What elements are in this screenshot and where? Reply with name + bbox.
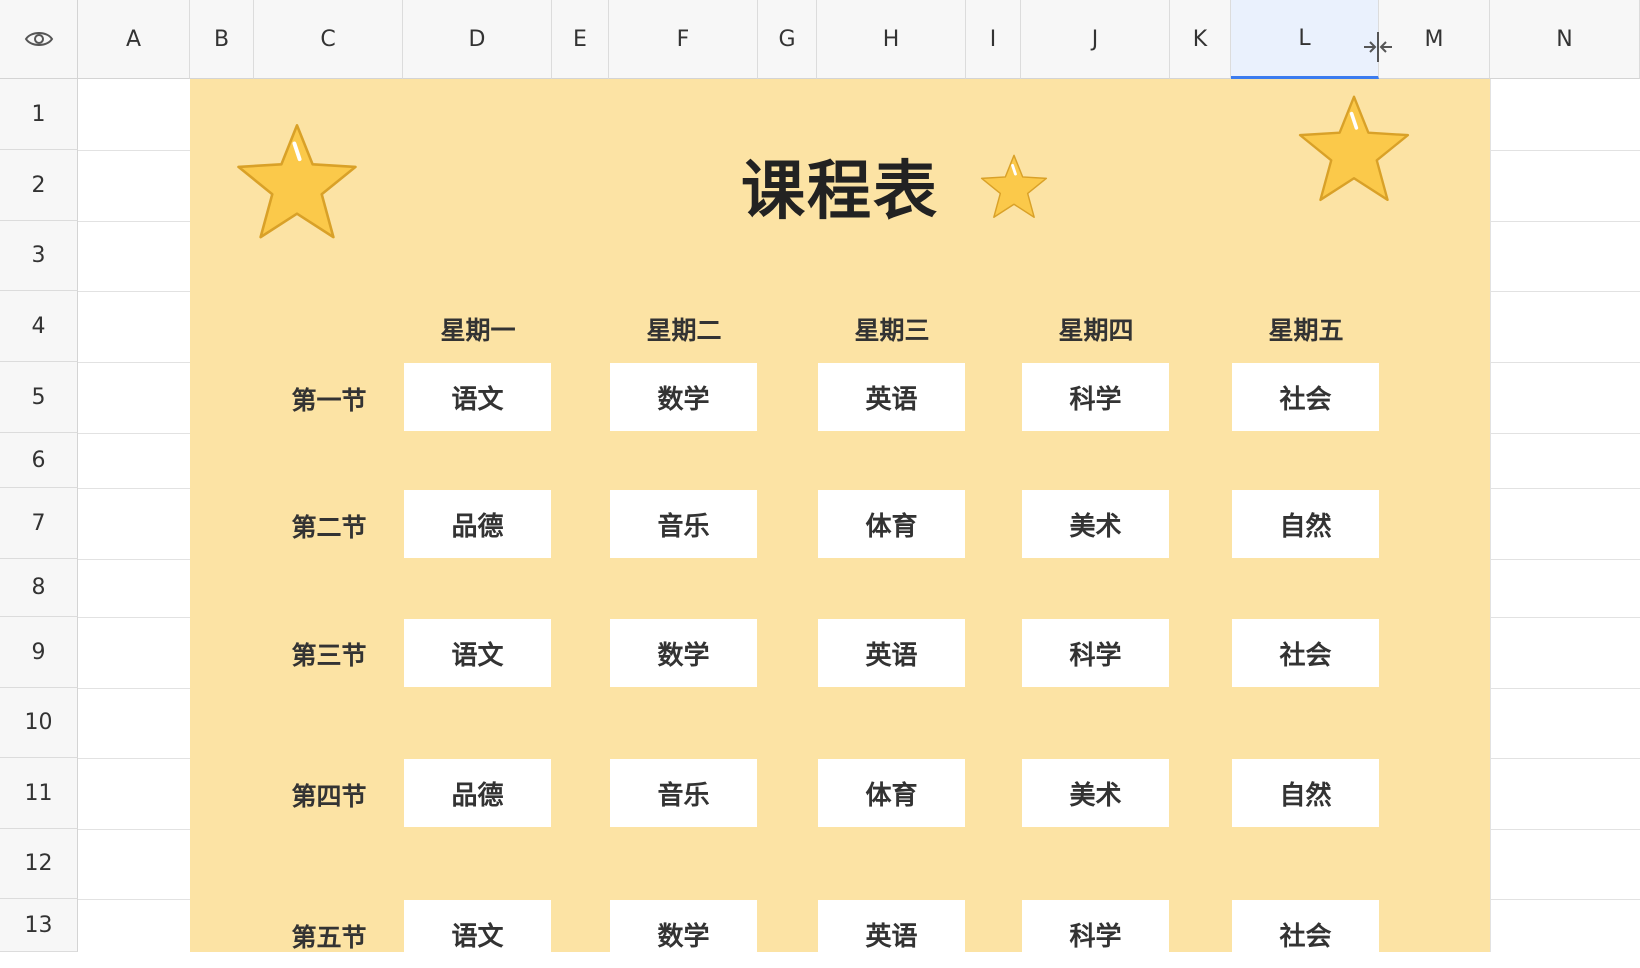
row-header-6[interactable]: 6 (0, 433, 78, 488)
spreadsheet-grid: A B C D E F G H I J K L M N 1 2 3 4 5 6 … (0, 0, 1640, 968)
period-label: 第四节 (291, 782, 367, 811)
subject-cell[interactable]: 语文 (404, 900, 551, 968)
subject-cell[interactable]: 语文 (404, 363, 551, 431)
day-header: 星期三 (854, 316, 930, 345)
period-label: 第一节 (291, 386, 367, 415)
column-header-n[interactable]: N (1490, 0, 1640, 79)
subject-cell[interactable]: 体育 (818, 759, 965, 827)
schedule-title: 课程表 (741, 155, 939, 229)
star-icon (1298, 95, 1410, 202)
column-header-j[interactable]: J (1021, 0, 1170, 79)
day-header: 星期二 (646, 316, 722, 345)
subject-cell[interactable]: 科学 (1022, 619, 1169, 687)
subject-cell[interactable]: 美术 (1022, 759, 1169, 827)
subject-cell[interactable]: 社会 (1232, 363, 1379, 431)
subject-cell[interactable]: 音乐 (610, 759, 757, 827)
column-header-b[interactable]: B (190, 0, 254, 79)
star-icon (237, 124, 357, 239)
row-header-12[interactable]: 12 (0, 829, 78, 899)
subject-cell[interactable]: 英语 (818, 619, 965, 687)
row-header-8[interactable]: 8 (0, 559, 78, 617)
row-header-10[interactable]: 10 (0, 688, 78, 758)
row-header-5[interactable]: 5 (0, 362, 78, 433)
period-label: 第二节 (291, 513, 367, 542)
subject-cell[interactable]: 体育 (818, 490, 965, 558)
column-header-i[interactable]: I (966, 0, 1021, 79)
column-header-l[interactable]: L (1231, 0, 1379, 79)
column-header-d[interactable]: D (403, 0, 552, 79)
grid-line (1490, 79, 1491, 952)
period-label: 第五节 (291, 923, 367, 952)
row-header-13[interactable]: 13 (0, 899, 78, 952)
period-label: 第三节 (291, 641, 367, 670)
row-header-2[interactable]: 2 (0, 150, 78, 221)
day-header: 星期五 (1268, 316, 1344, 345)
column-header-e[interactable]: E (552, 0, 609, 79)
subject-cell[interactable]: 数学 (610, 900, 757, 968)
select-all-corner[interactable] (0, 0, 78, 79)
column-header-g[interactable]: G (758, 0, 817, 79)
column-header-m[interactable]: M (1379, 0, 1490, 79)
subject-cell[interactable]: 音乐 (610, 490, 757, 558)
row-header-1[interactable]: 1 (0, 79, 78, 150)
day-header: 星期一 (440, 316, 516, 345)
column-header-c[interactable]: C (254, 0, 403, 79)
eye-icon[interactable] (24, 29, 54, 49)
subject-cell[interactable]: 自然 (1232, 759, 1379, 827)
subject-cell[interactable]: 自然 (1232, 490, 1379, 558)
subject-cell[interactable]: 英语 (818, 900, 965, 968)
row-header-9[interactable]: 9 (0, 617, 78, 688)
subject-cell[interactable]: 英语 (818, 363, 965, 431)
row-header-4[interactable]: 4 (0, 291, 78, 362)
column-header-f[interactable]: F (609, 0, 758, 79)
subject-cell[interactable]: 科学 (1022, 363, 1169, 431)
subject-cell[interactable]: 品德 (404, 759, 551, 827)
subject-cell[interactable]: 数学 (610, 619, 757, 687)
subject-cell[interactable]: 科学 (1022, 900, 1169, 968)
row-header-7[interactable]: 7 (0, 488, 78, 559)
subject-cell[interactable]: 社会 (1232, 619, 1379, 687)
row-header-3[interactable]: 3 (0, 221, 78, 291)
subject-cell[interactable]: 美术 (1022, 490, 1169, 558)
column-resize-icon[interactable] (1361, 30, 1395, 64)
subject-cell[interactable]: 语文 (404, 619, 551, 687)
day-header: 星期四 (1058, 316, 1134, 345)
subject-cell[interactable]: 数学 (610, 363, 757, 431)
column-header-k[interactable]: K (1170, 0, 1231, 79)
subject-cell[interactable]: 品德 (404, 490, 551, 558)
row-header-11[interactable]: 11 (0, 758, 78, 829)
column-header-h[interactable]: H (817, 0, 966, 79)
column-header-a[interactable]: A (78, 0, 190, 79)
subject-cell[interactable]: 社会 (1232, 900, 1379, 968)
